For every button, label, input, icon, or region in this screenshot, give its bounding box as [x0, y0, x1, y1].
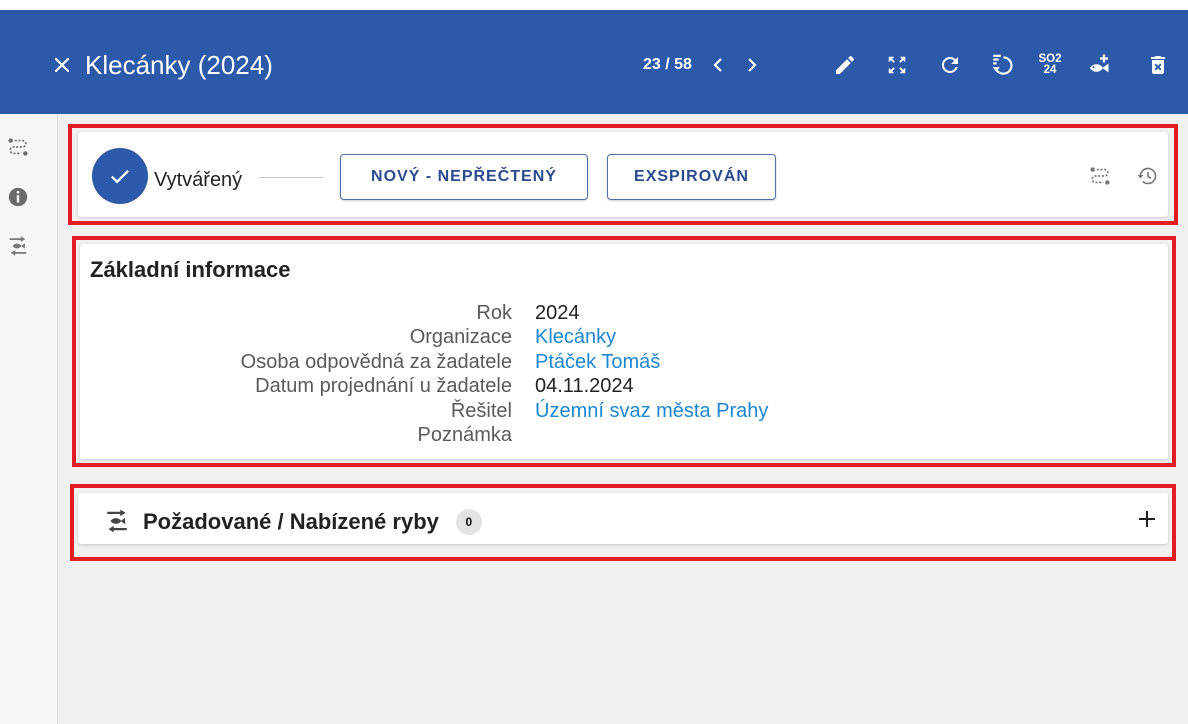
page-title: Klecánky (2024)	[85, 50, 273, 80]
next-record-button[interactable]	[742, 53, 762, 77]
history-button[interactable]	[1132, 161, 1162, 191]
field-row-discussion-date: Datum projednání u žadatele 04.11.2024	[80, 374, 1168, 398]
field-value: 04.11.2024	[535, 375, 634, 398]
history-icon	[1137, 167, 1157, 185]
basic-info-fields: Rok 2024 Organizace Klecánky Osoba odpov…	[80, 301, 1168, 447]
refresh-icon	[942, 57, 958, 73]
so2-icon-bottom: 24	[1043, 64, 1057, 76]
previous-record-button[interactable]	[708, 53, 728, 77]
fish-add-icon	[1090, 54, 1109, 73]
add-fish-button[interactable]	[1084, 49, 1116, 81]
detail-header: Klecánky (2024) 23 / 58 SO2 24	[0, 10, 1188, 114]
add-fish-row-button[interactable]	[1135, 507, 1159, 531]
check-icon	[111, 169, 129, 184]
fish-exchange-icon	[107, 509, 127, 533]
top-strip	[0, 0, 1188, 10]
chevron-left-icon	[713, 58, 722, 72]
fish-section-card: Požadované / Nabízené ryby 0	[78, 493, 1168, 544]
info-icon	[8, 187, 28, 207]
zoom-out-map-icon	[888, 56, 906, 74]
sidebar-item-info[interactable]	[4, 183, 32, 211]
delete-button[interactable]	[1142, 49, 1174, 81]
organization-link[interactable]: Klecánky	[535, 325, 616, 349]
current-state-indicator	[92, 148, 148, 204]
plus-icon	[1139, 511, 1155, 527]
fish-section-header: Požadované / Nabízené ryby 0	[143, 507, 482, 537]
sidebar-item-workflow[interactable]	[4, 133, 32, 161]
restore-list-icon	[992, 54, 1013, 75]
delete-forever-icon	[1151, 56, 1165, 74]
transition-expired-button[interactable]: EXSPIROVÁN	[607, 154, 776, 200]
responsible-person-link[interactable]: Ptáček Tomáš	[535, 350, 660, 374]
fish-exchange-icon	[9, 236, 27, 256]
field-label: Rok	[476, 302, 512, 324]
count-badge: 0	[455, 509, 482, 535]
record-counter: 23 / 58	[643, 56, 692, 73]
state-connector	[259, 177, 323, 178]
field-row-note: Poznámka	[80, 423, 1168, 447]
chevron-right-icon	[748, 58, 757, 72]
side-navigation	[0, 114, 58, 724]
field-label: Řešitel	[450, 399, 512, 422]
fish-section-title: Požadované / Nabízené ryby	[143, 509, 439, 534]
field-label: Poznámka	[417, 423, 513, 446]
status-card: Vytvářený NOVÝ - NEPŘEČTENÝ EXSPIROVÁN	[78, 132, 1168, 217]
field-row-year: Rok 2024	[80, 301, 1168, 325]
field-label: Organizace	[409, 326, 512, 349]
field-label: Osoba odpovědná za žadatele	[240, 350, 512, 373]
sidebar-item-fish-exchange[interactable]	[4, 232, 32, 260]
close-button[interactable]	[50, 53, 74, 77]
current-state-label: Vytvářený	[154, 169, 243, 191]
workflow-icon	[1090, 167, 1110, 185]
edit-button[interactable]	[829, 49, 861, 81]
refresh-button[interactable]	[934, 49, 966, 81]
pencil-icon	[836, 55, 855, 74]
workflow-button[interactable]	[1085, 161, 1115, 191]
fullscreen-button[interactable]	[881, 49, 913, 81]
field-row-responsible-person: Osoba odpovědná za žadatele Ptáček Tomáš	[80, 350, 1168, 374]
field-row-solver: Řešitel Územní svaz města Prahy	[80, 399, 1168, 423]
close-icon	[54, 57, 70, 73]
so2-button[interactable]: SO2 24	[1034, 49, 1066, 81]
basic-info-card: Základní informace Rok 2024 Organizace K…	[80, 244, 1168, 459]
workflow-icon	[8, 138, 28, 156]
solver-link[interactable]: Územní svaz města Prahy	[535, 399, 768, 423]
field-row-organization: Organizace Klecánky	[80, 325, 1168, 349]
basic-info-title: Základní informace	[90, 257, 291, 282]
field-label: Datum projednání u žadatele	[255, 375, 512, 398]
restore-button[interactable]	[987, 49, 1019, 81]
app-root: Klecánky (2024) 23 / 58 SO2 24 Vytvářený…	[0, 0, 1188, 724]
field-value: 2024	[535, 302, 580, 324]
transition-new-unread-button[interactable]: NOVÝ - NEPŘEČTENÝ	[340, 154, 588, 200]
